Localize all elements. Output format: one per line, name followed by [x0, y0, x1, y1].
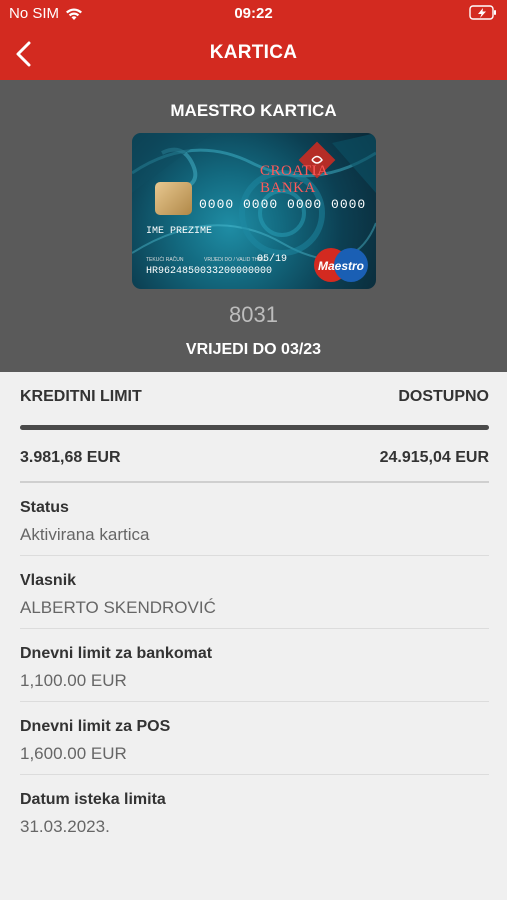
available-value: 24.915,04 EUR: [379, 449, 489, 466]
detail-value: Aktivirana kartica: [20, 525, 150, 544]
card-iban: HR9624850033200000000: [146, 266, 273, 277]
nav-bar: KARTICA: [0, 28, 507, 80]
page-title: KARTICA: [209, 42, 298, 63]
detail-label: Dnevni limit za POS: [20, 718, 171, 735]
limit-progress-bar: [20, 425, 489, 430]
detail-label: Datum isteka limita: [20, 791, 166, 808]
maestro-logo-icon: Maestro: [314, 248, 368, 282]
card-bank-name: CROATIA BANKA: [260, 163, 328, 196]
detail-limit-expiry: Datum isteka limita 31.03.2023.: [20, 775, 489, 848]
card-name: MAESTRO KARTICA: [170, 101, 337, 120]
status-time: 09:22: [234, 5, 273, 22]
detail-pos-limit: Dnevni limit za POS 1,600.00 EUR: [20, 702, 489, 775]
card-valid-to: VRIJEDI DO 03/23: [185, 341, 322, 358]
detail-status: Status Aktivirana kartica: [20, 483, 489, 556]
card-number: 0000 0000 0000 0000: [199, 197, 367, 212]
battery-charging-icon: [469, 5, 496, 20]
limit-progress-fill: [20, 425, 489, 430]
details-list: Status Aktivirana kartica Vlasnik ALBERT…: [20, 483, 489, 848]
card-valid-thru: 05/19: [257, 254, 288, 265]
detail-value: 1,100.00 EUR: [20, 671, 127, 690]
detail-atm-limit: Dnevni limit za bankomat 1,100.00 EUR: [20, 629, 489, 702]
chip-icon: [155, 182, 192, 215]
detail-owner: Vlasnik ALBERTO SKENDROVIĆ: [20, 556, 489, 629]
detail-value: 1,600.00 EUR: [20, 744, 127, 763]
card-account-label: TEKUĆI RAČUN: [146, 257, 184, 263]
detail-label: Status: [20, 499, 69, 516]
maestro-brand-text: Maestro: [318, 259, 364, 273]
detail-value: 31.03.2023.: [20, 817, 110, 836]
card-last-digits: 8031: [229, 302, 278, 327]
available-label: DOSTUPNO: [398, 388, 489, 405]
card-image[interactable]: CROATIA BANKA 0000 0000 0000 0000 IME PR…: [132, 133, 376, 289]
detail-label: Dnevni limit za bankomat: [20, 645, 213, 662]
status-bar: No SIM 09:22: [0, 0, 507, 28]
card-panel: MAESTRO KARTICA CROATIA BANKA 0000 0000 …: [0, 80, 507, 372]
limits-values: 3.981,68 EUR 24.915,04 EUR: [20, 449, 489, 471]
limits-header: KREDITNI LIMIT DOSTUPNO: [20, 388, 489, 410]
card-holder: IME PREZIME: [146, 226, 213, 237]
detail-value: ALBERTO SKENDROVIĆ: [20, 598, 216, 617]
credit-limit-value: 3.981,68 EUR: [20, 449, 121, 466]
credit-limit-label: KREDITNI LIMIT: [20, 388, 142, 405]
detail-label: Vlasnik: [20, 572, 77, 589]
